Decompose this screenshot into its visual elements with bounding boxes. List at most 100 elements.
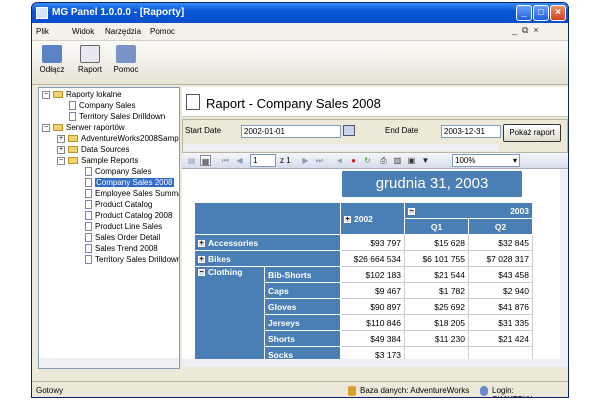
value-cell: $26 664 534 — [340, 250, 405, 267]
tree-label: Company Sales — [95, 167, 152, 176]
category-cell[interactable]: + Bikes — [194, 250, 341, 267]
refresh-icon[interactable]: ↻ — [362, 155, 373, 166]
collapse-toggle[interactable]: − — [57, 157, 65, 165]
report-doc-icon — [69, 101, 76, 111]
print-icon[interactable]: ⎙ — [378, 155, 389, 166]
report-hscrollbar[interactable] — [182, 359, 568, 367]
print-layout-icon[interactable]: ▥ — [392, 155, 403, 166]
tree-node-local-territory[interactable]: Territory Sales Drilldown — [69, 111, 165, 122]
tree-label: Territory Sales Drilldown — [79, 112, 166, 121]
last-page-icon[interactable]: ⏭ — [314, 155, 325, 166]
tree-node-sample-1[interactable]: Company Sales 2008 — [85, 177, 174, 188]
expand-toggle[interactable]: + — [344, 215, 351, 223]
params-scrollbar[interactable] — [183, 144, 499, 151]
report-button[interactable]: Raport — [74, 43, 106, 83]
tree-node-sample-reports[interactable]: Sample Reports — [68, 155, 138, 166]
tree-node-data-sources[interactable]: Data Sources — [68, 144, 129, 155]
expand-toggle[interactable]: + — [198, 239, 205, 247]
zoom-select[interactable]: 100% ▾ — [452, 154, 520, 167]
help-button[interactable]: Pomoc — [110, 43, 142, 83]
tree-node-local-reports[interactable]: Raporty lokalne — [53, 89, 122, 100]
value-cell: $2 940 — [468, 282, 533, 299]
tree-label: Data Sources — [81, 145, 130, 154]
subcategory-cell: Gloves — [264, 298, 341, 315]
collapse-toggle[interactable]: − — [42, 124, 50, 132]
first-page-icon[interactable]: ⏮ — [220, 155, 231, 166]
next-page-icon[interactable]: ▶ — [300, 155, 311, 166]
collapse-toggle[interactable]: − — [42, 91, 50, 99]
report-toolbar: ▤ ▦ ⏮ ◀ 1 z 1 ▶ ⏭ ◄ ● ↻ ⎙ ▥ ▣ ▼ 100% ▾ — [182, 153, 568, 169]
tree-node-sample-0[interactable]: Company Sales — [85, 166, 151, 177]
tree-node-sample-2[interactable]: Employee Sales Summary — [85, 188, 180, 199]
mdi-controls[interactable]: _ ⧉ × — [512, 25, 539, 36]
value-cell: $90 897 — [340, 298, 405, 315]
maximize-button[interactable]: □ — [533, 5, 549, 21]
report-icon — [80, 45, 100, 63]
menu-plik[interactable]: Plik — [36, 27, 49, 36]
value-cell: $6 101 755 — [404, 250, 469, 267]
q2-header: Q2 — [468, 218, 533, 235]
menu-widok[interactable]: Widok — [72, 27, 94, 36]
tree-node-sample-6[interactable]: Sales Order Detail — [85, 232, 160, 243]
tree-hscrollbar[interactable] — [39, 358, 179, 368]
minimize-button[interactable]: _ — [516, 5, 532, 21]
export-icon[interactable]: ▼ — [420, 155, 431, 166]
tree-node-sample-5[interactable]: Product Line Sales — [85, 221, 162, 232]
category-cell[interactable]: − Clothing — [194, 266, 265, 359]
report-vscrollbar[interactable] — [560, 169, 568, 359]
page-setup-icon[interactable]: ▣ — [406, 155, 417, 166]
show-report-button[interactable]: Pokaż raport — [503, 124, 561, 142]
menu-bar: Plik Widok Narzędzia Pomoc _ ⧉ × — [32, 23, 568, 41]
value-cell: $15 628 — [404, 234, 469, 251]
value-cell: $110 846 — [340, 314, 405, 331]
menu-pomoc[interactable]: Pomoc — [150, 27, 175, 36]
collapse-toggle[interactable]: − — [408, 207, 415, 215]
chevron-down-icon: ▾ — [512, 156, 517, 165]
close-button[interactable]: × — [550, 5, 566, 21]
report-label: Raport — [77, 65, 102, 74]
disconnect-icon — [42, 45, 62, 63]
tree-node-adventureworks[interactable]: AdventureWorks2008Sample — [68, 133, 179, 144]
disconnect-button[interactable]: Odłącz — [36, 43, 68, 83]
value-cell: $102 183 — [340, 266, 405, 283]
table-row: + Bikes $26 664 534 $6 101 755 $7 028 317 — [194, 250, 533, 267]
tree-label: Sample Reports — [81, 156, 139, 165]
calendar-icon[interactable] — [343, 125, 355, 136]
end-date-input[interactable]: 2003-12-31 — [441, 125, 501, 138]
status-bar: Gotowy Baza danych: AdventureWorks Login… — [32, 381, 568, 397]
prev-page-icon[interactable]: ◀ — [234, 155, 245, 166]
tree-node-sample-4[interactable]: Product Catalog 2008 — [85, 210, 172, 221]
tree-label: Employee Sales Summary — [95, 189, 180, 198]
tree-node-sample-8[interactable]: Territory Sales Drilldown — [85, 254, 179, 265]
tree-node-sample-7[interactable]: Sales Trend 2008 — [85, 243, 158, 254]
subcategory-cell: Socks — [264, 346, 341, 359]
col-2002-header[interactable]: +2002 — [340, 202, 405, 235]
category-cell[interactable]: + Accessories — [194, 234, 341, 251]
report-content: grudnia 31, 2003 +2002 −2003 Q1 Q2 + Acce… — [182, 169, 560, 359]
expand-toggle[interactable]: + — [57, 135, 65, 143]
report-doc-icon — [85, 189, 92, 199]
menu-narzedzia[interactable]: Narzędzia — [105, 27, 141, 36]
params-toggle-icon[interactable]: ▦ — [200, 155, 211, 166]
report-doc-icon — [85, 211, 92, 221]
start-date-input[interactable]: 2002-01-01 — [241, 125, 341, 138]
tree-label: Raporty lokalne — [66, 90, 122, 99]
value-cell: $49 384 — [340, 330, 405, 347]
title-bar[interactable]: MG Panel 1.0.0.0 - [Raporty] _ □ × — [32, 3, 568, 23]
expand-toggle[interactable]: + — [198, 255, 205, 263]
tree-node-server-reports[interactable]: Serwer raportów — [53, 122, 125, 133]
report-doc-icon — [85, 167, 92, 177]
collapse-toggle[interactable]: − — [198, 269, 205, 277]
value-cell: $41 876 — [468, 298, 533, 315]
sales-matrix: +2002 −2003 Q1 Q2 + Accessories $93 797 $… — [194, 202, 533, 359]
tree-node-local-company-sales[interactable]: Company Sales — [69, 100, 135, 111]
toolbar: Odłącz Raport Pomoc — [32, 41, 568, 85]
page-number-input[interactable]: 1 — [250, 154, 276, 167]
col-2003-header[interactable]: − 2003 — [404, 202, 533, 219]
doc-map-icon[interactable]: ▤ — [186, 155, 197, 166]
back-icon[interactable]: ◄ — [334, 155, 345, 166]
expand-toggle[interactable]: + — [57, 146, 65, 154]
tree-node-sample-3[interactable]: Product Catalog — [85, 199, 152, 210]
stop-icon[interactable]: ● — [348, 155, 359, 166]
subcategory-cell: Bib-Shorts — [264, 266, 341, 283]
